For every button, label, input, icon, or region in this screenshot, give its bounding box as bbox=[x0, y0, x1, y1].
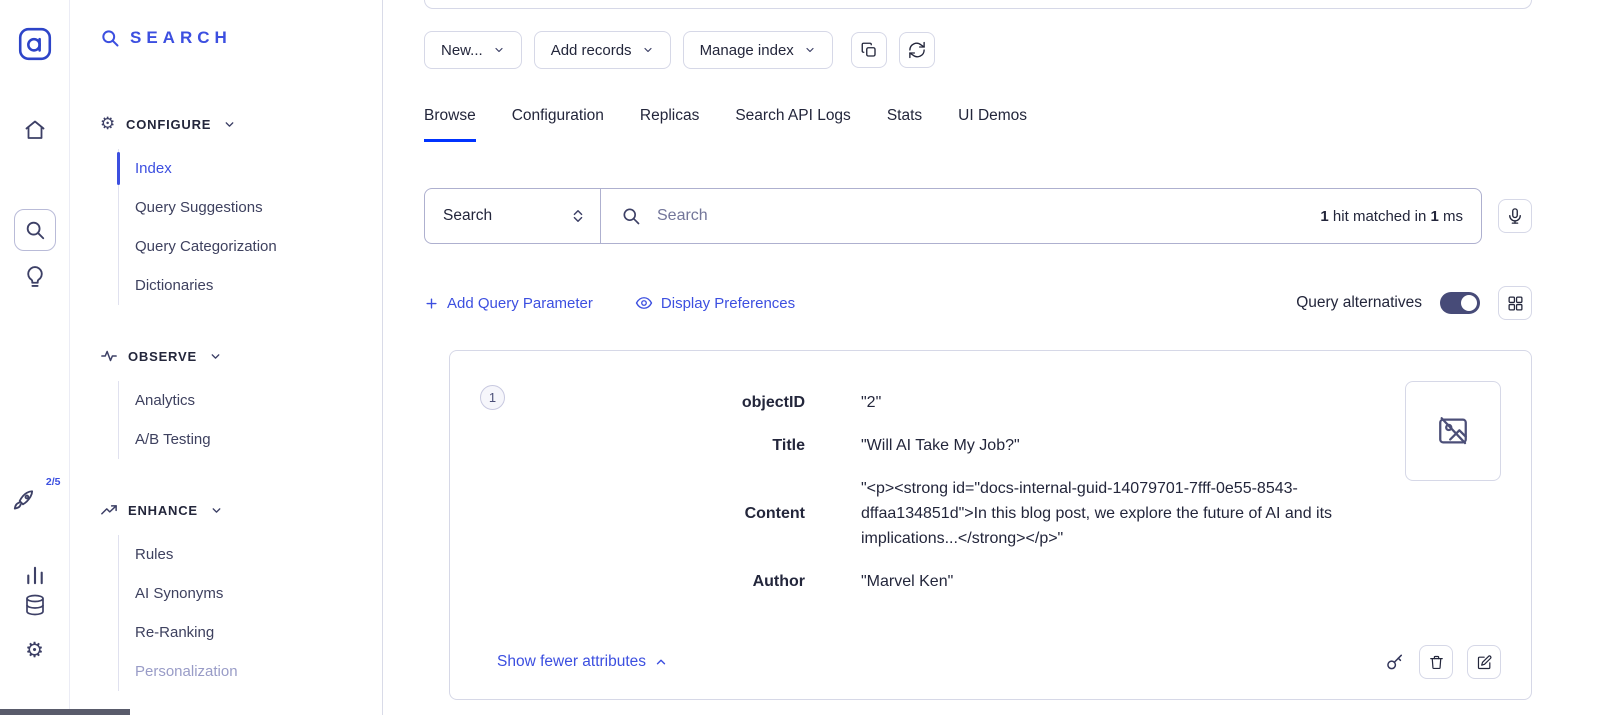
key-icon[interactable] bbox=[1385, 652, 1405, 672]
show-fewer-attributes-link[interactable]: Show fewer attributes bbox=[497, 653, 668, 671]
field-value: "Marvel Ken" bbox=[861, 569, 1361, 594]
index-tabs: Browse Configuration Replicas Search API… bbox=[424, 107, 1532, 142]
edit-icon bbox=[1476, 654, 1493, 671]
field-row-content: Content "<p><strong id="docs-internal-gu… bbox=[505, 467, 1361, 560]
search-mode-select[interactable]: Search bbox=[425, 189, 601, 243]
trending-up-icon bbox=[100, 501, 118, 519]
plus-icon bbox=[424, 296, 439, 311]
field-row-objectid: objectID "2" bbox=[505, 381, 1361, 424]
chevron-down-icon bbox=[209, 350, 222, 363]
sidebar-item-ai-synonyms[interactable]: AI Synonyms bbox=[119, 574, 382, 613]
field-row-author: Author "Marvel Ken" bbox=[505, 560, 1361, 603]
chevron-down-icon bbox=[493, 44, 505, 56]
sidebar-item-query-categorization[interactable]: Query Categorization bbox=[119, 227, 382, 266]
search-icon bbox=[621, 206, 641, 226]
search-nav-icon[interactable] bbox=[14, 209, 56, 251]
query-alternatives-label: Query alternatives bbox=[1296, 294, 1422, 312]
grid-icon bbox=[1507, 295, 1524, 312]
add-query-parameter-link[interactable]: Add Query Parameter bbox=[424, 295, 593, 312]
sidebar: SEARCH ⚙ CONFIGURE Index Query Suggestio… bbox=[70, 0, 383, 715]
settings-icon[interactable]: ⚙ bbox=[25, 640, 44, 662]
main-content: New... Add records Manage index bbox=[383, 0, 1600, 715]
index-toolbar: New... Add records Manage index bbox=[424, 31, 1532, 69]
sidebar-item-personalization[interactable]: Personalization bbox=[119, 652, 382, 691]
tab-ui-demos[interactable]: UI Demos bbox=[958, 107, 1027, 142]
mic-icon bbox=[1506, 207, 1524, 225]
record-rank-badge: 1 bbox=[480, 385, 505, 410]
sidebar-item-dictionaries[interactable]: Dictionaries bbox=[119, 266, 382, 305]
toggle-knob bbox=[1461, 295, 1477, 311]
chevron-down-icon bbox=[804, 44, 816, 56]
top-banner-edge bbox=[424, 0, 1532, 9]
field-label: objectID bbox=[505, 394, 805, 412]
record-fields: objectID "2" Title "Will AI Take My Job?… bbox=[505, 381, 1501, 603]
section-configure[interactable]: ⚙ CONFIGURE bbox=[100, 116, 382, 133]
layout-grid-button[interactable] bbox=[1498, 286, 1532, 320]
new-button[interactable]: New... bbox=[424, 31, 522, 69]
usage-badge: 2/5 bbox=[46, 476, 61, 488]
field-value: "Will AI Take My Job?" bbox=[861, 433, 1361, 458]
no-image-icon bbox=[1436, 414, 1470, 448]
chevron-down-icon bbox=[642, 44, 654, 56]
analytics-bars-icon[interactable] bbox=[23, 564, 46, 587]
sidebar-item-ab-testing[interactable]: A/B Testing bbox=[119, 420, 382, 459]
product-header: SEARCH bbox=[100, 28, 382, 48]
refresh-button[interactable] bbox=[899, 32, 935, 68]
hits-status: 1 hit matched in 1 ms bbox=[1320, 208, 1463, 225]
field-label: Author bbox=[505, 573, 805, 591]
delete-record-button[interactable] bbox=[1419, 645, 1453, 679]
horizontal-scrollbar-thumb[interactable] bbox=[0, 709, 130, 715]
refresh-icon bbox=[908, 41, 926, 59]
field-row-title: Title "Will AI Take My Job?" bbox=[505, 424, 1361, 467]
add-records-button[interactable]: Add records bbox=[534, 31, 671, 69]
display-preferences-link[interactable]: Display Preferences bbox=[635, 294, 795, 312]
search-box: Search 1 hit matched in 1 ms bbox=[424, 188, 1482, 244]
field-value: "<p><strong id="docs-internal-guid-14079… bbox=[861, 476, 1361, 551]
sidebar-item-re-ranking[interactable]: Re-Ranking bbox=[119, 613, 382, 652]
field-value: "2" bbox=[861, 390, 1361, 415]
copy-index-button[interactable] bbox=[851, 32, 887, 68]
recommend-icon[interactable] bbox=[22, 264, 47, 289]
tab-search-api-logs[interactable]: Search API Logs bbox=[735, 107, 850, 142]
activity-icon bbox=[100, 347, 118, 365]
search-input[interactable] bbox=[655, 206, 1306, 226]
chevron-up-icon bbox=[654, 655, 668, 669]
trash-icon bbox=[1428, 654, 1445, 671]
manage-index-button[interactable]: Manage index bbox=[683, 31, 833, 69]
record-card-footer: Show fewer attributes bbox=[480, 629, 1501, 679]
sidebar-item-query-suggestions[interactable]: Query Suggestions bbox=[119, 188, 382, 227]
field-label: Content bbox=[505, 505, 805, 523]
section-enhance[interactable]: ENHANCE bbox=[100, 501, 382, 519]
field-label: Title bbox=[505, 437, 805, 455]
query-options-row: Add Query Parameter Display Preferences … bbox=[424, 286, 1532, 320]
chevron-down-icon bbox=[223, 118, 236, 131]
voice-search-button[interactable] bbox=[1498, 199, 1532, 233]
sidebar-item-index[interactable]: Index bbox=[119, 149, 382, 188]
tab-replicas[interactable]: Replicas bbox=[640, 107, 699, 142]
record-image-placeholder bbox=[1405, 381, 1501, 481]
database-icon[interactable] bbox=[23, 593, 47, 617]
record-card: 1 objectID "2" Title "Will AI Take My Jo… bbox=[449, 350, 1532, 700]
home-icon[interactable] bbox=[23, 118, 47, 142]
rocket-icon[interactable]: 2/5 bbox=[11, 476, 59, 520]
sidebar-item-rules[interactable]: Rules bbox=[119, 535, 382, 574]
edit-record-button[interactable] bbox=[1467, 645, 1501, 679]
query-alternatives-toggle[interactable] bbox=[1440, 292, 1480, 314]
gear-icon: ⚙ bbox=[100, 116, 116, 133]
eye-icon bbox=[635, 294, 653, 312]
search-icon bbox=[100, 28, 120, 48]
chevron-down-icon bbox=[210, 504, 223, 517]
algolia-logo[interactable] bbox=[17, 26, 53, 62]
updown-icon bbox=[570, 208, 586, 224]
app-rail: 2/5 ⚙ bbox=[0, 0, 70, 715]
product-name: SEARCH bbox=[130, 28, 232, 48]
tab-stats[interactable]: Stats bbox=[887, 107, 922, 142]
search-row: Search 1 hit matched in 1 ms bbox=[424, 188, 1532, 244]
section-observe[interactable]: OBSERVE bbox=[100, 347, 382, 365]
sidebar-item-analytics[interactable]: Analytics bbox=[119, 381, 382, 420]
tab-browse[interactable]: Browse bbox=[424, 107, 476, 142]
copy-icon bbox=[860, 41, 878, 59]
tab-configuration[interactable]: Configuration bbox=[512, 107, 604, 142]
